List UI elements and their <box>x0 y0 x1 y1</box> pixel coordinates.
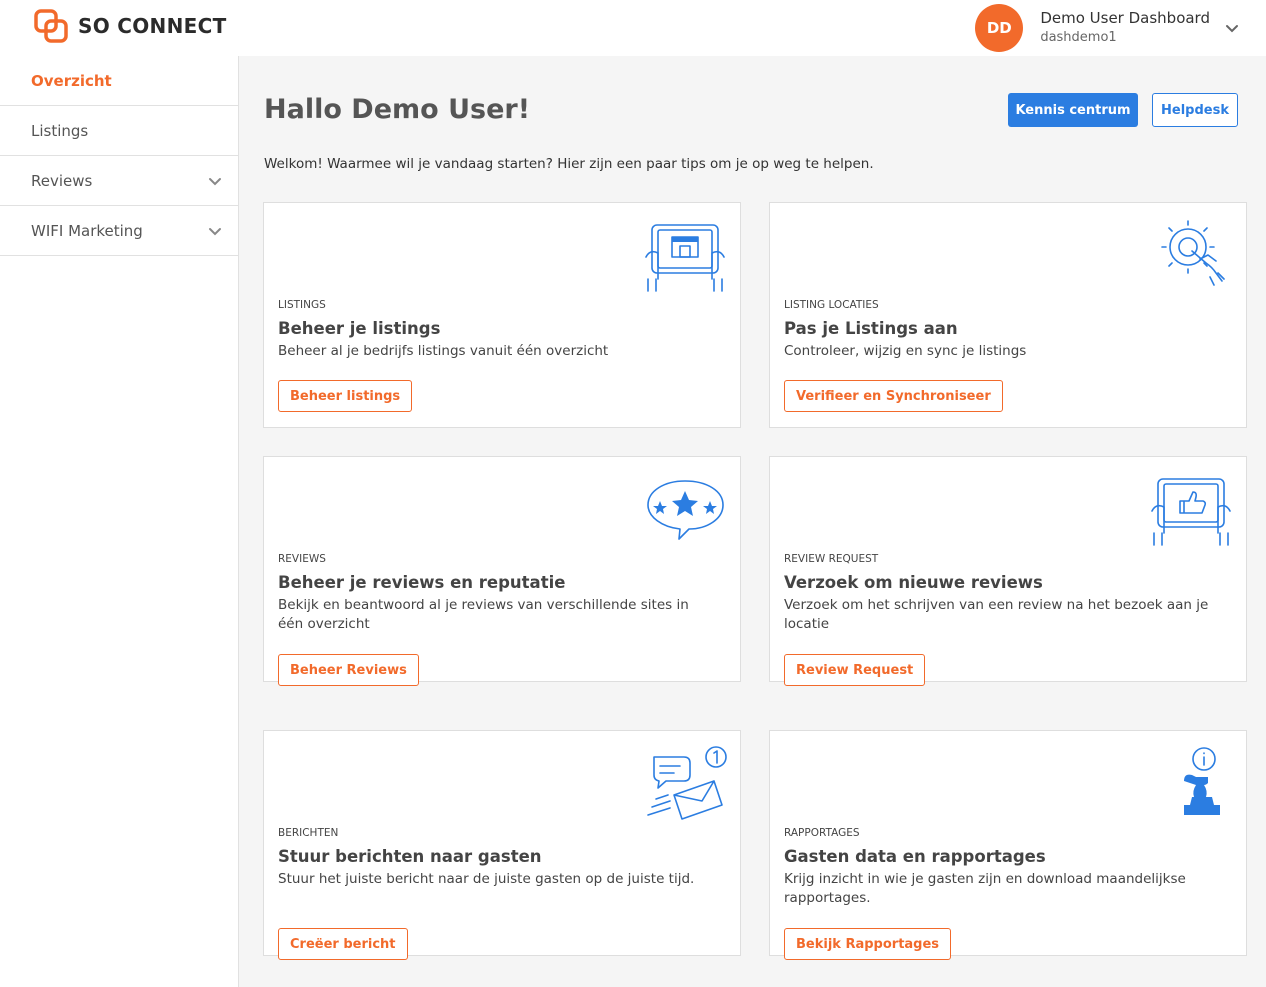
tablet-store-icon <box>645 224 725 292</box>
sidebar: Overzicht Listings Reviews WIFI Marketin… <box>0 56 239 987</box>
card-listings: LISTINGS Beheer je listings Beheer al je… <box>263 202 741 428</box>
card-title: Pas je Listings aan <box>784 319 958 338</box>
card-berichten: BERICHTEN Stuur berichten naar gasten St… <box>263 730 741 960</box>
page-title: Hallo Demo User! <box>264 94 531 125</box>
message-envelope-icon <box>647 746 727 820</box>
brand-name: SO CONNECT <box>78 14 227 38</box>
card-description: Stuur het juiste bericht naar de juiste … <box>278 871 695 887</box>
star-bubble-icon <box>647 480 724 540</box>
tablet-thumbsup-icon <box>1151 478 1231 546</box>
card-category: BERICHTEN <box>278 827 339 839</box>
card-review-request: REVIEW REQUEST Verzoek om nieuwe reviews… <box>769 456 1247 686</box>
chevron-down-icon <box>209 227 221 235</box>
top-bar: SO CONNECT DD Demo User Dashboard dashde… <box>0 0 1266 56</box>
creeer-bericht-button[interactable]: Creëer bericht <box>278 928 408 960</box>
verifieer-synchroniseer-button[interactable]: Verifieer en Synchroniseer <box>784 380 1003 412</box>
sidebar-item-overzicht[interactable]: Overzicht <box>0 56 238 106</box>
card-title: Stuur berichten naar gasten <box>278 847 542 866</box>
card-title: Beheer je reviews en reputatie <box>278 573 566 592</box>
sidebar-item-listings[interactable]: Listings <box>0 106 238 156</box>
so-connect-logo-icon <box>34 9 68 43</box>
sidebar-item-label: Listings <box>31 121 89 140</box>
chevron-down-icon[interactable] <box>1224 20 1240 36</box>
user-login: dashdemo1 <box>1040 30 1117 45</box>
welcome-text: Welkom! Waarmee wil je vandaag starten? … <box>264 156 874 172</box>
avatar: DD <box>975 4 1024 52</box>
card-category: RAPPORTAGES <box>784 827 860 839</box>
card-category: REVIEW REQUEST <box>784 553 879 565</box>
logo[interactable]: SO CONNECT <box>34 9 227 43</box>
card-category: LISTINGS <box>278 299 326 311</box>
user-info: Demo User Dashboard dashdemo1 <box>1040 9 1210 47</box>
card-listing-locaties: LISTING LOCATIES Pas je Listings aan Con… <box>769 202 1247 428</box>
chevron-down-icon <box>209 177 221 185</box>
review-request-button[interactable]: Review Request <box>784 654 926 686</box>
sidebar-item-label: WIFI Marketing <box>31 221 143 240</box>
card-reviews: REVIEWS Beheer je reviews en reputatie B… <box>263 456 741 686</box>
card-category: REVIEWS <box>278 553 326 565</box>
sidebar-item-wifi-marketing[interactable]: WIFI Marketing <box>0 206 238 256</box>
card-description: Verzoek om het schrijven van een review … <box>784 597 1209 632</box>
card-description: Krijg inzicht in wie je gasten zijn en d… <box>784 871 1186 906</box>
card-title: Beheer je listings <box>278 319 441 338</box>
sidebar-item-reviews[interactable]: Reviews <box>0 156 238 206</box>
user-menu[interactable]: DD Demo User Dashboard dashdemo1 <box>975 0 1240 56</box>
user-name: Demo User Dashboard <box>1040 9 1210 27</box>
helpdesk-button[interactable]: Helpdesk <box>1152 93 1238 127</box>
main-content: Hallo Demo User! Kennis centrum Helpdesk… <box>239 56 1266 987</box>
gear-hand-icon <box>1161 220 1225 286</box>
card-category: LISTING LOCATIES <box>784 299 879 311</box>
bekijk-rapportages-button[interactable]: Bekijk Rapportages <box>784 928 952 960</box>
beheer-listings-button[interactable]: Beheer listings <box>278 380 413 412</box>
kennis-centrum-button[interactable]: Kennis centrum <box>1008 93 1138 127</box>
sidebar-item-label: Reviews <box>31 171 93 190</box>
card-rapportages: RAPPORTAGES Gasten data en rapportages K… <box>769 730 1247 960</box>
sidebar-item-label: Overzicht <box>31 71 112 90</box>
card-description: Controleer, wijzig en sync je listings <box>784 343 1027 359</box>
card-title: Gasten data en rapportages <box>784 847 1046 866</box>
card-description: Beheer al je bedrijfs listings vanuit éé… <box>278 343 609 359</box>
card-title: Verzoek om nieuwe reviews <box>784 573 1043 592</box>
beheer-reviews-button[interactable]: Beheer Reviews <box>278 654 419 686</box>
info-chess-icon <box>1184 747 1220 815</box>
card-description: Bekijk en beantwoord al je reviews van v… <box>278 597 689 632</box>
